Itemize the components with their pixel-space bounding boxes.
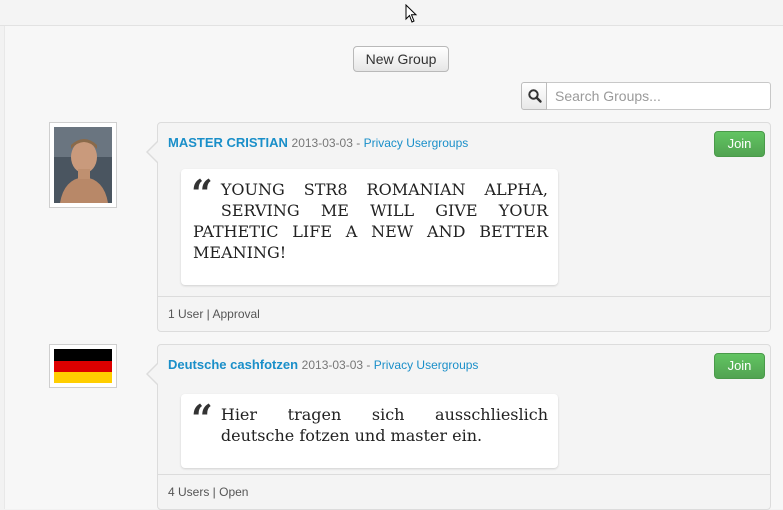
search-button[interactable] <box>521 82 547 110</box>
group-description-text: YOUNG STR8 ROMANIAN ALPHA, SERVING ME WI… <box>193 180 548 262</box>
group-date: 2013-03-03 <box>301 358 364 372</box>
join-button[interactable]: Join <box>714 353 765 379</box>
group-date: 2013-03-03 <box>291 136 353 150</box>
group-description: “ Hier tragen sich ausschlieslich deutsc… <box>181 394 558 468</box>
group-category-link[interactable]: Privacy Usergroups <box>364 136 469 150</box>
quote-icon: “ <box>191 171 213 216</box>
group-description-text: Hier tragen sich ausschlieslich deutsche… <box>220 405 548 445</box>
group-header: Deutsche cashfotzen 2013-03-03 - Privacy… <box>168 357 478 372</box>
group-name-link[interactable]: Deutsche cashfotzen <box>168 357 298 372</box>
group-footer: 4 Users | Open <box>158 474 770 509</box>
german-flag-image <box>54 349 112 383</box>
search-icon <box>528 89 542 103</box>
join-button[interactable]: Join <box>714 131 765 157</box>
group-card: MASTER CRISTIAN 2013-03-03 - Privacy Use… <box>146 122 771 332</box>
group-photo <box>54 127 112 203</box>
header-separator: - <box>352 136 364 150</box>
group-header: MASTER CRISTIAN 2013-03-03 - Privacy Use… <box>168 135 468 150</box>
new-group-button[interactable]: New Group <box>353 46 449 72</box>
group-description: “ YOUNG STR8 ROMANIAN ALPHA, SERVING ME … <box>181 169 558 285</box>
search-input[interactable] <box>547 82 771 110</box>
quote-icon: “ <box>191 396 213 441</box>
group-footer: 1 User | Approval <box>158 296 770 331</box>
group-avatar[interactable] <box>49 122 117 208</box>
group-card: Deutsche cashfotzen 2013-03-03 - Privacy… <box>146 344 771 510</box>
window-top-bar <box>0 0 783 26</box>
group-category-link[interactable]: Privacy Usergroups <box>374 358 479 372</box>
groups-page: New Group MASTER CRISTIAN 2013-03-03 - P… <box>4 26 783 510</box>
header-separator: - <box>363 358 374 372</box>
group-name-link[interactable]: MASTER CRISTIAN <box>168 135 288 150</box>
mouse-cursor-icon <box>405 4 418 23</box>
group-avatar[interactable] <box>49 344 117 388</box>
search-bar <box>521 82 771 110</box>
